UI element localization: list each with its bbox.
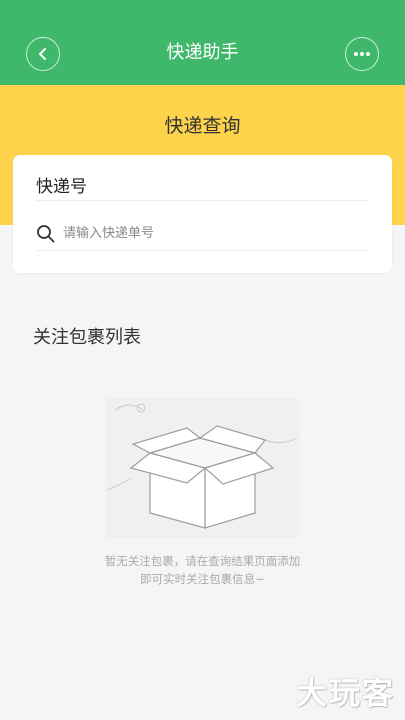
watch-list-title: 关注包裹列表 <box>33 327 141 348</box>
tracking-number-label: 快递号 <box>36 177 87 197</box>
watermark-logo: 大玩客 <box>296 676 395 712</box>
empty-line-2: 即可实时关注包裹信息~ <box>140 572 265 586</box>
search-row[interactable] <box>36 217 369 251</box>
top-navigation-bar: 快递助手 <box>0 0 405 85</box>
tracking-number-input[interactable] <box>63 226 343 241</box>
query-card: 快递号 <box>13 155 392 273</box>
empty-box-icon <box>105 398 300 538</box>
search-icon <box>37 225 55 243</box>
more-button[interactable] <box>345 37 379 71</box>
empty-state-message: 暂无关注包裹，请在查询结果页面添加 即可实时关注包裹信息~ <box>0 552 405 588</box>
query-heading: 快递查询 <box>164 115 241 137</box>
empty-line-1: 暂无关注包裹，请在查询结果页面添加 <box>104 554 301 568</box>
more-dots-icon <box>354 52 370 56</box>
divider <box>36 200 369 201</box>
